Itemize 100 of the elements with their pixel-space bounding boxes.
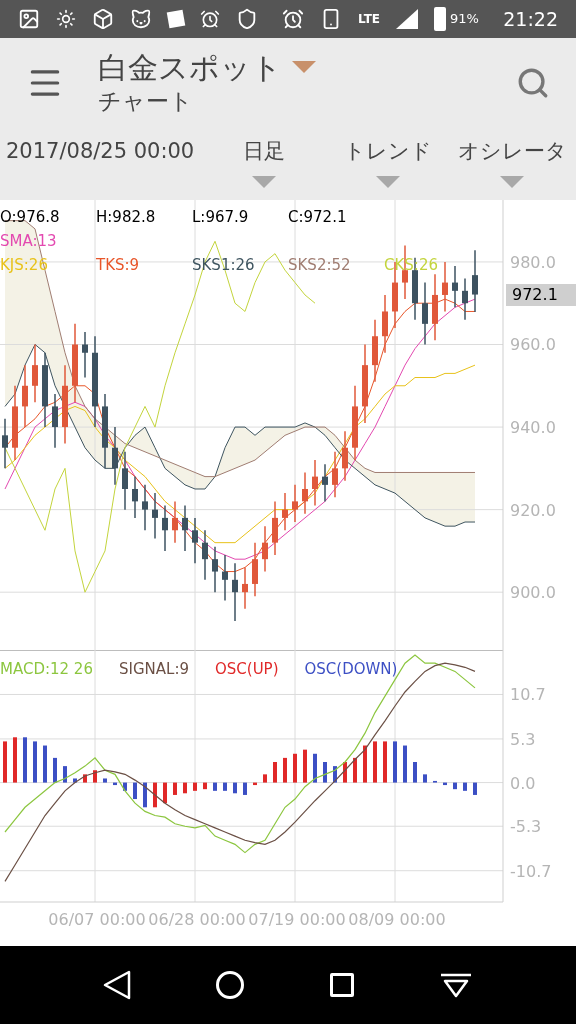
oscillator-bar — [413, 762, 417, 783]
axis-label: 07/19 00:00 — [248, 910, 346, 929]
candlestick — [462, 277, 468, 321]
axis-label: -10.7 — [510, 861, 552, 881]
candlestick — [122, 451, 128, 511]
oscillator-bar — [183, 782, 187, 794]
download-icon[interactable] — [439, 972, 474, 998]
series-label: MACD:12 26 — [0, 659, 93, 680]
oscillator-bar — [13, 737, 17, 783]
candlestick — [2, 418, 8, 470]
axis-label: 900.0 — [510, 583, 556, 603]
oscillator-bar — [263, 774, 267, 783]
oscillator-bar — [193, 782, 197, 791]
oscillator-bar — [73, 778, 77, 783]
candlestick — [332, 451, 338, 498]
series-label: OSC(UP) — [215, 659, 279, 680]
home-icon[interactable] — [216, 971, 245, 999]
candlestick — [82, 331, 88, 379]
oscillator-bar — [33, 741, 37, 783]
candlestick — [162, 504, 168, 552]
oscillator-bar — [93, 770, 97, 783]
oscillator-bar — [233, 782, 237, 794]
candlestick — [112, 426, 118, 486]
app-title: 白金スポット — [98, 50, 282, 86]
date-label: 2017/08/25 00:00 — [6, 138, 196, 165]
oscillator-bar — [433, 780, 437, 783]
oscillator-bar — [243, 782, 247, 795]
oscillator-bar — [273, 762, 277, 783]
candlestick — [192, 517, 198, 565]
candlestick — [232, 562, 238, 622]
app-subtitle: チャート — [98, 87, 194, 116]
candlestick — [172, 500, 178, 544]
oscillator-bar — [353, 757, 357, 783]
signal-icon — [396, 9, 419, 29]
candlestick — [202, 529, 208, 581]
indicator-label: SMA:13 — [0, 231, 58, 252]
oscillator-bar — [303, 749, 307, 783]
candlestick — [372, 318, 378, 383]
search-icon[interactable] — [516, 66, 550, 100]
candlestick — [152, 492, 158, 540]
indicator-label: SKS2:52 — [288, 255, 352, 276]
oscillator-bar — [153, 782, 157, 808]
oscillator-bar — [333, 766, 337, 783]
candlestick — [382, 294, 388, 354]
ohlc-value: L:967.9 — [192, 207, 250, 228]
indicator-menu[interactable]: トレンド — [326, 136, 450, 188]
oscillator-bar — [423, 774, 427, 783]
oscillator-bar — [63, 766, 67, 783]
oscillator-bar — [473, 782, 477, 795]
oscillator-bar — [223, 782, 227, 791]
oscillator-bar — [453, 782, 457, 790]
oscillator-bar — [123, 782, 127, 791]
candlestick — [212, 546, 218, 593]
candlestick — [222, 554, 228, 602]
oscillator-bar — [443, 782, 447, 786]
indicator-label: TKS:9 — [96, 255, 141, 276]
candlestick — [22, 364, 28, 428]
axis-label: 960.0 — [510, 335, 556, 355]
candlestick — [32, 343, 38, 404]
indicator-label: KJS:26 — [0, 255, 49, 276]
candlestick — [442, 261, 448, 313]
caret-icon — [252, 176, 276, 188]
oscillator-bar — [213, 782, 217, 791]
oscillator-bar — [163, 782, 167, 804]
oscillator-bar — [203, 782, 207, 790]
recents-icon[interactable] — [329, 973, 354, 997]
oscillator-bar — [373, 741, 377, 783]
axis-label: -5.3 — [510, 817, 542, 837]
price-marker: 972.1 — [506, 283, 576, 306]
oscillator-bar — [323, 762, 327, 783]
oscillator-bar — [43, 745, 47, 783]
oscillator-bar — [23, 737, 27, 783]
candlestick — [282, 492, 288, 532]
sun-icon — [56, 9, 76, 29]
caret-icon — [500, 176, 524, 188]
alarm-icon — [282, 8, 304, 30]
back-icon[interactable] — [102, 970, 131, 1000]
axis-label: 06/07 00:00 — [48, 910, 146, 929]
candlestick — [472, 249, 478, 313]
battery-level: 91% — [450, 10, 479, 29]
candlestick — [432, 273, 438, 342]
candlestick — [312, 459, 318, 507]
indicator-menu[interactable]: 日足 — [202, 136, 326, 188]
candlestick — [132, 475, 138, 519]
shield-icon — [236, 8, 258, 30]
alarm-icon — [200, 9, 220, 29]
indicator-menu[interactable]: オシレータ — [450, 136, 574, 188]
candlestick — [242, 566, 248, 610]
ohlc-value: O:976.8 — [0, 207, 61, 228]
oscillator-bar — [253, 782, 257, 786]
oscillator-bar — [313, 753, 317, 783]
oscillator-bar — [133, 782, 137, 800]
cat-icon — [130, 8, 152, 30]
axis-label: 08/09 00:00 — [348, 910, 446, 929]
clock: 21:22 — [503, 6, 558, 32]
oscillator-bar — [173, 782, 177, 795]
axis-label: 940.0 — [510, 418, 556, 438]
network-label: LTE — [358, 11, 381, 28]
box-icon — [92, 8, 114, 30]
series-label: OSC(DOWN) — [304, 659, 398, 680]
